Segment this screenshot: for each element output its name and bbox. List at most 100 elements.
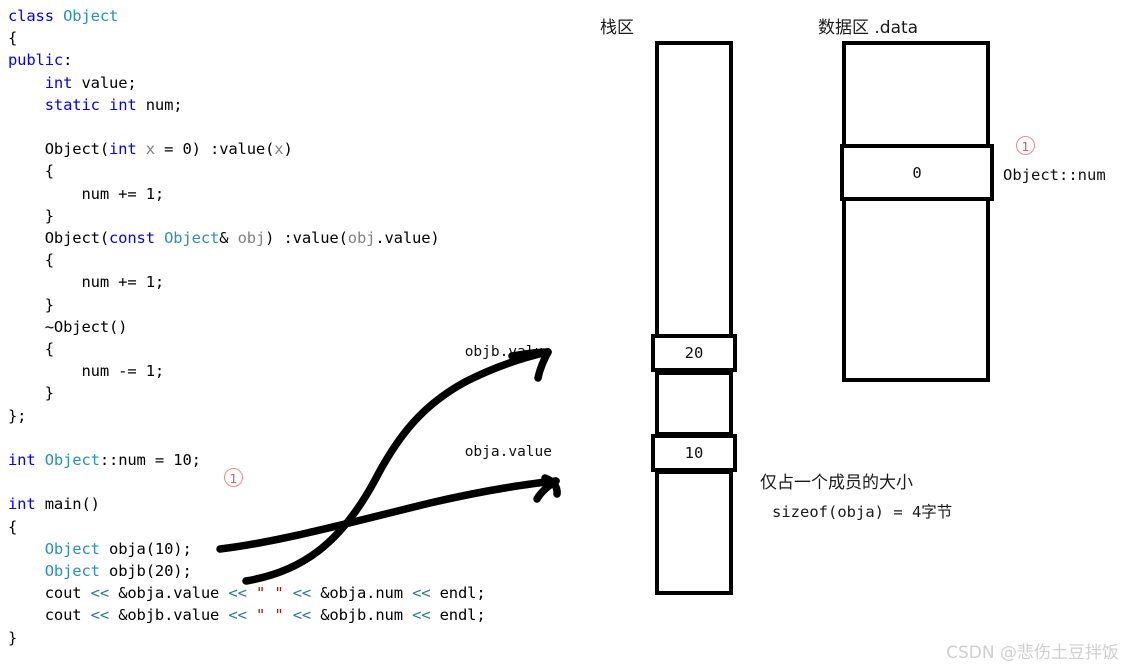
- diagram-canvas: class Object { public: int value; static i…: [0, 0, 1133, 671]
- data-region-title: 数据区 .data: [818, 18, 919, 38]
- code-token: Object: [44, 562, 100, 580]
- code-token: " ": [255, 584, 284, 603]
- code-line: num += 1;: [8, 274, 164, 291]
- marker-badge-one-code: 1: [224, 468, 243, 487]
- code-token: obj: [237, 229, 266, 247]
- code-token: ~Object(): [8, 317, 128, 336]
- code-token: <<: [90, 606, 110, 625]
- code-token: int: [8, 495, 36, 514]
- code-token: const: [109, 229, 155, 247]
- code-line: {: [8, 518, 17, 536]
- note-sizeof: sizeof(obja) = 4字节: [772, 503, 953, 521]
- code-line: {: [8, 163, 54, 180]
- code-token: {: [8, 162, 54, 181]
- code-token: {: [8, 340, 54, 358]
- code-token: Object(: [8, 229, 109, 247]
- code-token: x: [145, 140, 155, 159]
- code-token: Object: [164, 229, 220, 247]
- code-line: Object objb(20);: [8, 563, 192, 580]
- stack-slot-label-objb: objb.value: [464, 344, 552, 360]
- code-token: num -= 1;: [8, 362, 165, 381]
- data-region-annotation: Object::num: [1003, 166, 1106, 184]
- data-cell-object-num: 0: [840, 144, 994, 201]
- code-line: int main(): [8, 496, 100, 513]
- code-token: class: [8, 7, 64, 25]
- code-token: &objb.value: [109, 606, 229, 625]
- stack-region-title: 栈区: [600, 18, 634, 38]
- stack-region-box: [655, 41, 733, 595]
- code-token: &obja.num: [311, 584, 413, 603]
- code-line: int value;: [8, 73, 137, 92]
- code-line: }: [8, 207, 54, 225]
- code-token: num += 1;: [8, 273, 165, 292]
- code-token: <<: [412, 584, 431, 603]
- code-token: };: [8, 406, 27, 425]
- code-token: &obja.value: [109, 584, 229, 603]
- code-line: Object obja(10);: [8, 539, 192, 558]
- code-line: }: [8, 295, 54, 314]
- code-token: ::num = 10;: [99, 451, 201, 469]
- code-token: Object: [63, 7, 119, 25]
- code-token: &: [219, 229, 238, 247]
- marker-badge-one-data: 1: [1016, 136, 1035, 155]
- stack-slot-obja-value: 10: [651, 434, 737, 472]
- code-line: num -= 1;: [8, 363, 164, 380]
- data-region-box: [842, 41, 990, 382]
- code-listing: class Object { public: int value; static i…: [0, 0, 560, 671]
- stack-slot-label-obja: obja.value: [464, 444, 552, 460]
- code-token: = 0) :value(: [154, 140, 275, 159]
- code-line: ~Object(): [8, 317, 128, 336]
- code-line: int Object::num = 10;: [8, 452, 201, 469]
- code-token: objb(20);: [99, 562, 192, 580]
- code-token: <<: [292, 606, 312, 625]
- csdn-watermark: CSDN @悲伤土豆拌饭: [946, 643, 1119, 663]
- code-token: public: [8, 51, 64, 70]
- code-token: .value): [375, 229, 440, 247]
- code-line: class Object: [8, 8, 118, 25]
- code-token: &objb.num: [311, 606, 413, 625]
- code-token: Object: [44, 539, 100, 558]
- code-token: obj: [347, 229, 376, 247]
- code-token: {: [8, 251, 54, 270]
- code-line: static int num;: [8, 95, 183, 114]
- code-token: <<: [412, 606, 431, 625]
- code-token: int: [109, 95, 137, 114]
- code-token: }: [8, 295, 54, 314]
- code-token: }: [8, 384, 54, 403]
- code-token: <<: [292, 584, 312, 603]
- code-line: Object(int x = 0) :value(x): [8, 141, 293, 158]
- code-token: int: [109, 140, 137, 159]
- code-line: num += 1;: [8, 185, 164, 203]
- code-token: <<: [90, 584, 110, 603]
- code-token: " ": [255, 606, 284, 625]
- code-token: :: [63, 51, 73, 70]
- code-token: {: [8, 29, 18, 48]
- code-token: num;: [136, 95, 183, 114]
- code-token: <<: [228, 606, 247, 625]
- code-token: Object(: [8, 140, 109, 159]
- code-token: int: [44, 73, 73, 92]
- code-line: cout << &objb.value << " " << &objb.num …: [8, 607, 486, 624]
- code-token: endl;: [430, 584, 486, 603]
- code-token: main(): [35, 495, 100, 514]
- code-line: {: [8, 252, 54, 269]
- stack-slot-objb-value: 20: [651, 334, 737, 372]
- code-line: Object(const Object& obj) :value(obj.val…: [8, 230, 440, 247]
- code-line: cout << &obja.value << " " << &obja.num …: [8, 585, 486, 602]
- code-token: }: [8, 628, 18, 647]
- code-line: }: [8, 385, 54, 402]
- code-token: obja(10);: [99, 539, 192, 558]
- code-line: };: [8, 406, 27, 425]
